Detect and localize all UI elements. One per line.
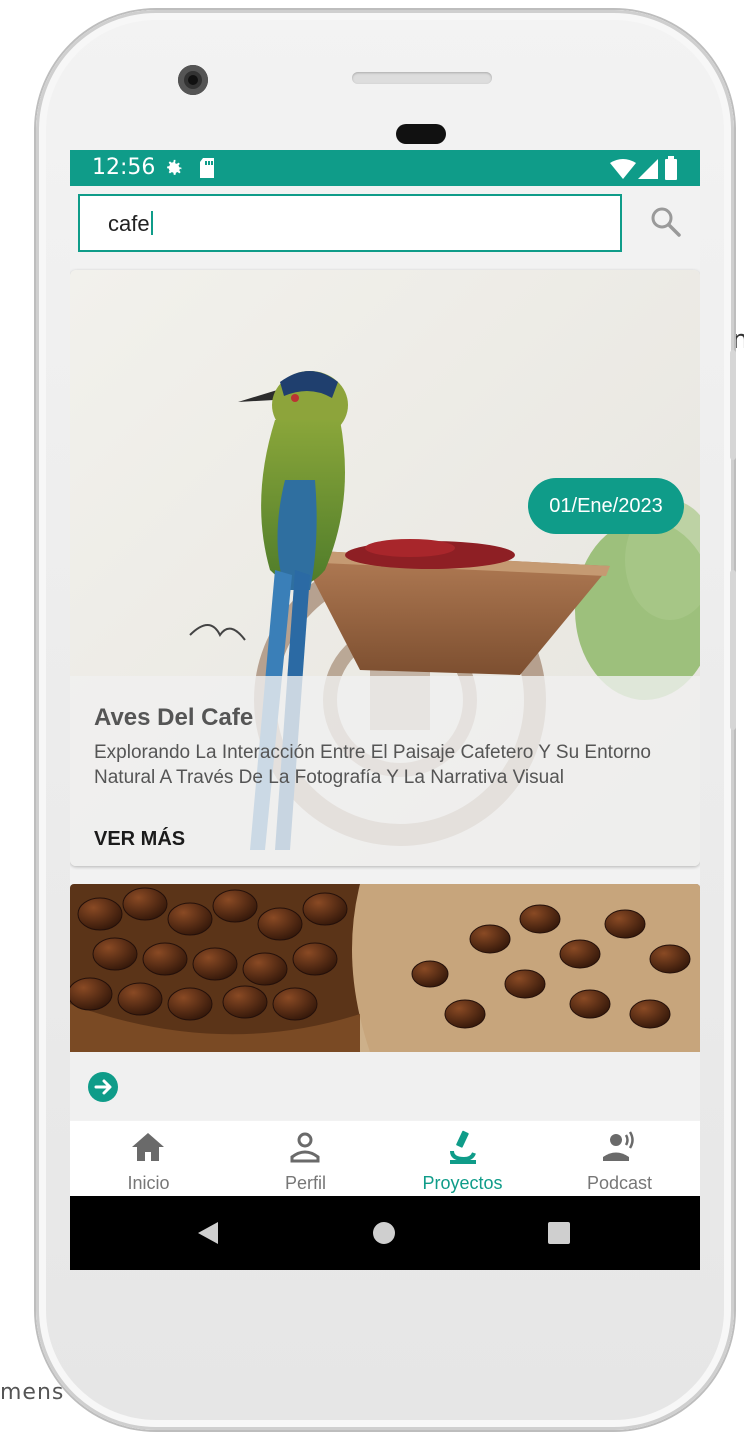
arrow-right-circle-icon[interactable] xyxy=(88,1072,118,1102)
sd-card-icon xyxy=(200,158,214,178)
signal-icon xyxy=(638,159,658,179)
power-button xyxy=(730,570,736,730)
app-screen: 12:56 cafe 01/Ene/2023 Aves Del Cafe Exp… xyxy=(70,150,700,1270)
front-camera xyxy=(178,65,208,95)
card-title: Aves Del Cafe xyxy=(94,704,254,731)
recents-icon[interactable] xyxy=(547,1221,571,1245)
nav-item-podcast[interactable]: Podcast xyxy=(541,1121,698,1196)
result-card[interactable] xyxy=(70,884,700,1120)
person-icon xyxy=(290,1132,320,1163)
earpiece-speaker xyxy=(352,72,492,84)
volume-button xyxy=(730,350,736,460)
nav-label: Podcast xyxy=(586,1173,653,1193)
back-icon[interactable] xyxy=(196,1220,220,1246)
nav-label: Proyectos xyxy=(422,1173,503,1193)
gear-icon xyxy=(167,159,182,175)
wifi-icon xyxy=(610,159,636,179)
status-bar: 12:56 xyxy=(70,150,700,186)
nav-label: Perfil xyxy=(284,1173,326,1193)
bottom-navigation: Inicio Perfil Proyectos Podcast xyxy=(70,1121,700,1196)
search-input-value: cafe xyxy=(108,211,150,236)
nav-item-perfil[interactable]: Perfil xyxy=(227,1121,384,1196)
nav-item-proyectos[interactable]: Proyectos xyxy=(384,1121,541,1196)
battery-icon xyxy=(665,156,677,180)
card-overlay: Aves Del Cafe Explorando La Interacción … xyxy=(70,676,700,866)
nav-label: Inicio xyxy=(127,1173,170,1193)
microscope-icon xyxy=(450,1130,476,1164)
ver-mas-button[interactable]: VER MÁS xyxy=(94,828,185,851)
card-description: Explorando La Interacción Entre El Paisa… xyxy=(94,742,651,788)
status-time: 12:56 xyxy=(92,155,156,180)
date-badge: 01/Ene/2023 xyxy=(528,478,684,534)
search-input[interactable]: cafe xyxy=(78,194,622,252)
system-navigation-bar xyxy=(70,1196,700,1270)
result-image xyxy=(70,884,700,1052)
nav-item-inicio[interactable]: Inicio xyxy=(70,1121,227,1196)
home-icon xyxy=(132,1133,164,1161)
search-icon[interactable] xyxy=(648,204,684,240)
text-cursor xyxy=(150,211,153,235)
speaker-icon xyxy=(603,1131,634,1161)
home-circle-icon[interactable] xyxy=(372,1221,396,1245)
result-card[interactable]: 01/Ene/2023 Aves Del Cafe Explorando La … xyxy=(70,270,700,866)
proximity-sensor xyxy=(396,124,446,144)
background-text-fragment: mens xyxy=(0,1380,65,1405)
